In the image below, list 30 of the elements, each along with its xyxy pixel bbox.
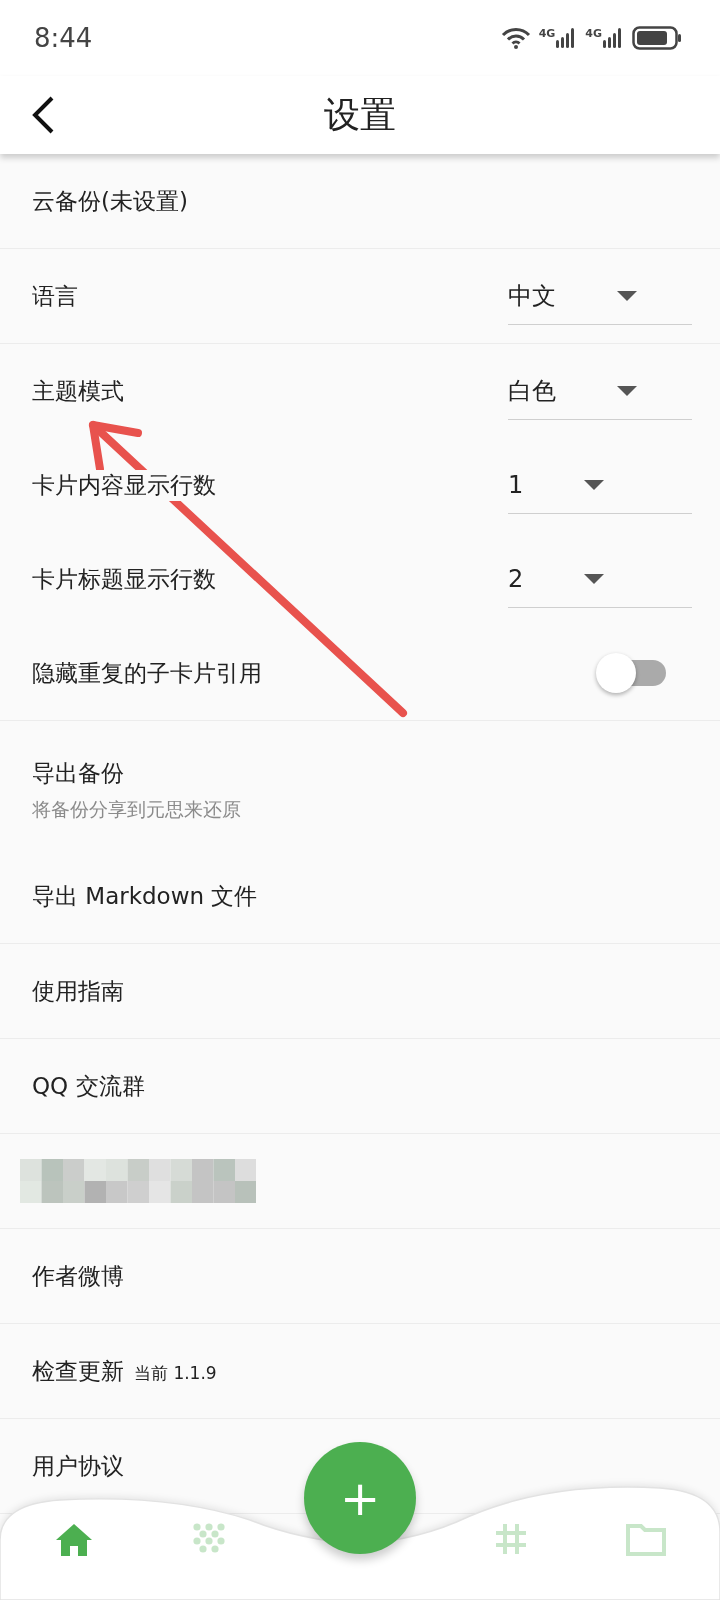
dropdown[interactable]: 1	[508, 456, 692, 514]
folder-icon	[626, 1522, 666, 1556]
caret-icon	[583, 478, 606, 491]
dots-icon	[192, 1522, 226, 1556]
settings-item[interactable]: QQ 交流群	[32, 1070, 145, 1102]
battery-icon	[632, 26, 682, 50]
settings-item[interactable]: 导出备份 将备份分享到元思来还原	[0, 721, 720, 849]
settings-item[interactable]: 用户协议	[32, 1450, 124, 1482]
caret-icon	[583, 572, 606, 585]
toggle-switch[interactable]	[596, 655, 668, 691]
settings-item[interactable]: 使用指南	[32, 975, 124, 1007]
settings-item[interactable]: 作者微博	[32, 1260, 124, 1292]
settings-item[interactable]: 导出 Markdown 文件	[32, 880, 258, 912]
hash-icon	[494, 1522, 528, 1556]
setting-label: 卡片内容显示行数	[32, 469, 216, 501]
home-icon	[54, 1522, 94, 1558]
signal-icon	[602, 27, 624, 49]
setting-subtitle: 将备份分享到元思来还原	[32, 796, 241, 822]
caret-icon	[616, 289, 638, 302]
version-note: 当前 1.1.9	[134, 1361, 217, 1385]
settings-item[interactable]: 云备份(未设置)	[32, 185, 188, 217]
wifi-icon	[500, 27, 531, 49]
status-time: 8:44	[34, 23, 93, 53]
page-title: 设置	[324, 92, 396, 137]
dropdown[interactable]: 白色	[508, 362, 692, 420]
caret-icon	[616, 384, 638, 397]
network-label: 4G	[538, 27, 556, 40]
dropdown[interactable]: 中文	[508, 267, 692, 325]
network-label: 4G	[585, 27, 602, 40]
dropdown[interactable]: 2	[508, 550, 692, 608]
